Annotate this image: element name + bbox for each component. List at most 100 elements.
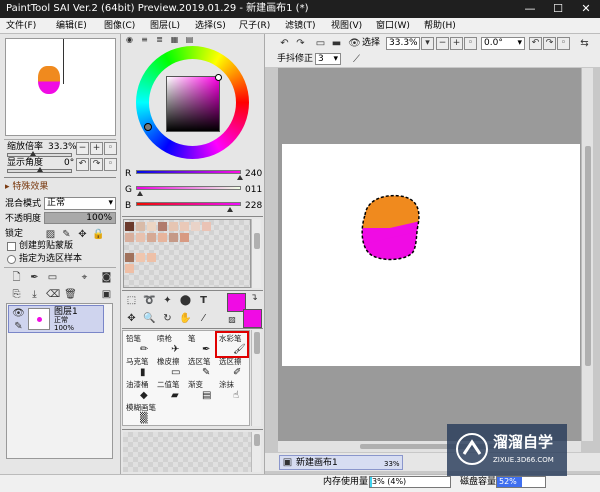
- color-wheel-tab-icon[interactable]: ◉: [124, 35, 135, 44]
- zoom-icon[interactable]: 🔍: [143, 312, 156, 325]
- color-swatch[interactable]: [147, 253, 156, 262]
- color-swatch[interactable]: [180, 233, 189, 242]
- lock-all-icon[interactable]: 🔒: [92, 228, 105, 241]
- color-swatch[interactable]: [180, 222, 189, 231]
- color-swatch[interactable]: [136, 253, 145, 262]
- color-swatch[interactable]: [169, 233, 178, 242]
- brush-scrollbar[interactable]: [251, 330, 261, 426]
- color-swatch[interactable]: [125, 233, 134, 242]
- color-swatch[interactable]: [136, 222, 145, 231]
- blend-mode-select[interactable]: 正常 ▾: [44, 197, 116, 210]
- swatch-scrollbar[interactable]: [251, 219, 261, 288]
- color-swatch[interactable]: [158, 222, 167, 231]
- layer-effect-icon[interactable]: ⌖: [78, 271, 91, 284]
- new-layer-icon[interactable]: 🗋: [10, 271, 23, 284]
- clipping-checkbox[interactable]: [7, 242, 16, 251]
- maximize-button[interactable]: ☐: [544, 0, 572, 18]
- brush-tool-selection-pen[interactable]: 选区笔 ✎: [188, 357, 218, 380]
- canvas-vertical-thumb[interactable]: [585, 146, 591, 366]
- rotate-reset-button[interactable]: ◦: [104, 158, 117, 171]
- rotate-right-button[interactable]: ↷: [90, 158, 103, 171]
- hue-picker-handle[interactable]: [144, 123, 152, 131]
- redo-icon[interactable]: ↷: [294, 37, 307, 50]
- new-vector-layer-icon[interactable]: ✒: [28, 271, 41, 284]
- zoom-field[interactable]: 33.3%: [386, 37, 420, 50]
- rgb-slider-tab-icon[interactable]: ≡: [139, 35, 150, 44]
- lock-transparency-icon[interactable]: ▨: [44, 228, 57, 241]
- swap-colors-icon[interactable]: ↴: [249, 293, 259, 303]
- toolbar-rotate-reset-button[interactable]: ◦: [557, 37, 570, 50]
- color-swatch[interactable]: [147, 233, 156, 242]
- lasso-icon[interactable]: ➰: [143, 294, 156, 307]
- line-stabilizer-icon[interactable]: ⟋: [350, 53, 363, 66]
- menu-image[interactable]: 图像(C): [104, 19, 135, 33]
- color-swatch[interactable]: [191, 222, 200, 231]
- menu-help[interactable]: 帮助(H): [424, 19, 456, 33]
- zoom-in-button[interactable]: +: [90, 142, 103, 155]
- angle-field[interactable]: 0.0° ▾: [481, 37, 525, 50]
- settings-scroll-thumb[interactable]: [254, 434, 260, 446]
- sv-picker-handle[interactable]: [215, 74, 222, 81]
- r-value[interactable]: 240: [245, 169, 262, 180]
- lock-paint-icon[interactable]: ✎: [60, 228, 73, 241]
- menu-view[interactable]: 视图(V): [331, 19, 362, 33]
- angle-slider-thumb[interactable]: [37, 167, 43, 172]
- layer-row[interactable]: 👁 ✎ 图层1 正常 100%: [8, 305, 104, 333]
- brush-tool-binary-pen[interactable]: 二值笔 ▰: [157, 380, 187, 403]
- zoom-select-button[interactable]: ▾: [421, 37, 434, 50]
- menu-layer[interactable]: 图层(L): [150, 19, 180, 33]
- menu-edit[interactable]: 编辑(E): [56, 19, 87, 33]
- delete-layer-icon[interactable]: 🗑: [64, 288, 77, 301]
- new-folder-icon[interactable]: ▭: [46, 271, 59, 284]
- zoom-out-button[interactable]: −: [76, 142, 89, 155]
- menu-ruler[interactable]: 尺子(R): [239, 19, 270, 33]
- settings-scrollbar[interactable]: [251, 432, 261, 472]
- color-swatch[interactable]: [169, 222, 178, 231]
- g-slider-thumb[interactable]: [137, 191, 143, 196]
- brush-settings-area[interactable]: [123, 432, 251, 472]
- brush-tool-airbrush[interactable]: 喷枪 ✈: [157, 334, 187, 357]
- rect-select-icon[interactable]: ⬚: [125, 294, 138, 307]
- lock-move-icon[interactable]: ✥: [76, 228, 89, 241]
- merge-down-icon[interactable]: ⤓: [28, 288, 41, 301]
- canvas-paper[interactable]: [282, 144, 580, 366]
- opacity-bar[interactable]: 100%: [44, 212, 116, 224]
- flip-horizontal-icon[interactable]: ⇆: [578, 37, 591, 50]
- transparent-color-icon[interactable]: ▨: [227, 315, 237, 325]
- g-value[interactable]: 011: [245, 185, 262, 196]
- color-swatch[interactable]: [202, 222, 211, 231]
- menu-filter[interactable]: 滤镜(T): [285, 19, 316, 33]
- selection-source-radio[interactable]: [7, 255, 16, 264]
- brush-scroll-thumb[interactable]: [254, 332, 260, 354]
- canvas-vertical-scrollbar[interactable]: [581, 68, 593, 441]
- eyedropper-icon[interactable]: ⁄: [197, 312, 210, 325]
- toolbar-rotate-right-button[interactable]: ↷: [543, 37, 556, 50]
- layer-mask-apply-icon[interactable]: ▣: [100, 288, 113, 301]
- swatch-scroll-thumb[interactable]: [254, 233, 260, 249]
- shape-icon[interactable]: ⬤: [179, 294, 192, 307]
- layer-mask-icon[interactable]: ◙: [100, 271, 113, 284]
- eye-icon[interactable]: 👁: [12, 307, 25, 320]
- b-slider[interactable]: [136, 202, 241, 206]
- deselect-icon[interactable]: ▭: [314, 37, 327, 50]
- brush-tool-pencil[interactable]: 铅笔 ✏: [126, 334, 156, 357]
- color-swatch[interactable]: [125, 253, 134, 262]
- secondary-color-swatch[interactable]: [243, 309, 262, 328]
- toolbar-zoom-reset-button[interactable]: ◦: [464, 37, 477, 50]
- saturation-value-square[interactable]: [166, 76, 220, 132]
- b-value[interactable]: 228: [245, 201, 262, 212]
- menu-select[interactable]: 选择(S): [195, 19, 226, 33]
- toolbar-rotate-left-button[interactable]: ↶: [529, 37, 542, 50]
- brush-tool-eraser[interactable]: 橡皮擦 ▭: [157, 357, 187, 380]
- invert-selection-icon[interactable]: ▬: [330, 37, 343, 50]
- hand-icon[interactable]: ✋: [179, 312, 192, 325]
- toolbar-zoom-in-button[interactable]: +: [450, 37, 463, 50]
- undo-icon[interactable]: ↶: [278, 37, 291, 50]
- copy-layer-icon[interactable]: ⎘: [10, 288, 23, 301]
- zoom-slider[interactable]: [7, 153, 72, 157]
- r-slider[interactable]: [136, 170, 241, 174]
- zoom-reset-button[interactable]: ◦: [104, 142, 117, 155]
- b-slider-thumb[interactable]: [227, 207, 233, 212]
- eye-icon[interactable]: 👁: [348, 37, 361, 50]
- scratchpad-tab-icon[interactable]: ▤: [184, 35, 195, 44]
